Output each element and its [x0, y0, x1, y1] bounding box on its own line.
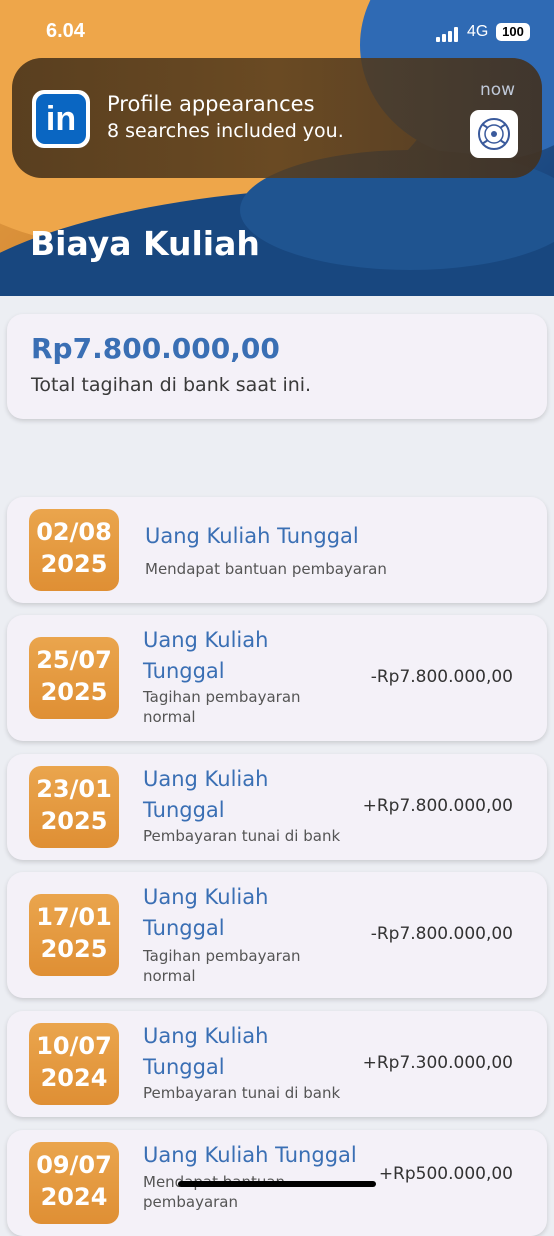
list-item[interactable]: 25/07 2025 Uang Kuliah Tunggal Tagihan p…	[7, 615, 547, 741]
item-title: Uang Kuliah Tunggal	[143, 767, 269, 822]
item-subtitle: Mendapat bantuan pembayaran	[145, 560, 387, 578]
item-subtitle: Pembayaran tunai di bank	[143, 827, 341, 845]
date-year: 2024	[40, 1183, 108, 1211]
item-subtitle: Mendapat bantuan pembayaran	[143, 1173, 285, 1211]
item-title: Uang Kuliah Tunggal	[143, 1024, 269, 1079]
date-day: 17/01	[36, 903, 112, 931]
linkedin-icon: in	[32, 90, 90, 148]
date-day: 09/07	[36, 1151, 112, 1179]
date-badge: 02/08 2025	[29, 509, 119, 591]
notification-title: Profile appearances	[107, 92, 315, 116]
date-year: 2025	[40, 807, 108, 835]
app-logo-icon	[470, 110, 518, 158]
item-title: Uang Kuliah Tunggal	[143, 628, 269, 683]
date-year: 2025	[40, 550, 108, 578]
signal-icon	[436, 26, 460, 42]
date-day: 23/01	[36, 775, 112, 803]
date-badge: 23/01 2025	[29, 766, 119, 848]
date-day: 25/07	[36, 646, 112, 674]
page-title: Biaya Kuliah	[30, 224, 260, 263]
date-badge: 09/07 2024	[29, 1142, 119, 1224]
date-day: 10/07	[36, 1032, 112, 1060]
total-amount: Rp7.800.000,00	[31, 332, 280, 365]
item-title: Uang Kuliah Tunggal	[145, 524, 359, 548]
date-badge: 10/07 2024	[29, 1023, 119, 1105]
status-time: 6.04	[46, 20, 85, 42]
date-year: 2024	[40, 1064, 108, 1092]
item-amount: -Rp7.800.000,00	[370, 667, 513, 687]
item-amount: +Rp7.800.000,00	[362, 796, 513, 816]
date-day: 02/08	[36, 518, 112, 546]
item-amount: -Rp7.800.000,00	[370, 924, 513, 944]
date-badge: 25/07 2025	[29, 637, 119, 719]
item-amount: +Rp500.000,00	[378, 1164, 513, 1184]
total-label: Total tagihan di bank saat ini.	[31, 374, 312, 396]
list-item[interactable]: 10/07 2024 Uang Kuliah Tunggal Pembayara…	[7, 1011, 547, 1117]
item-subtitle: Tagihan pembayaran normal	[143, 688, 301, 726]
date-year: 2025	[40, 935, 108, 963]
list-item[interactable]: 23/01 2025 Uang Kuliah Tunggal Pembayara…	[7, 754, 547, 860]
notification-banner[interactable]: in Profile appearances 8 searches includ…	[12, 58, 542, 178]
item-amount: +Rp7.300.000,00	[362, 1053, 513, 1073]
item-title: Uang Kuliah Tunggal	[143, 885, 269, 940]
date-year: 2025	[40, 678, 108, 706]
network-label: 4G	[467, 23, 489, 40]
date-badge: 17/01 2025	[29, 894, 119, 976]
notification-body: 8 searches included you.	[107, 120, 344, 142]
total-card: Rp7.800.000,00 Total tagihan di bank saa…	[7, 314, 547, 419]
item-title: Uang Kuliah Tunggal	[143, 1143, 357, 1167]
list-item[interactable]: 17/01 2025 Uang Kuliah Tunggal Tagihan p…	[7, 872, 547, 998]
battery-icon: 100	[496, 23, 530, 41]
home-indicator[interactable]	[178, 1181, 376, 1187]
item-subtitle: Pembayaran tunai di bank	[143, 1084, 341, 1102]
notification-time: now	[480, 80, 516, 100]
header: 6.04 4G 100 in Profile appearances 8 sea…	[0, 0, 554, 296]
list-item[interactable]: 02/08 2025 Uang Kuliah Tunggal Mendapat …	[7, 497, 547, 603]
item-subtitle: Tagihan pembayaran normal	[143, 947, 301, 985]
